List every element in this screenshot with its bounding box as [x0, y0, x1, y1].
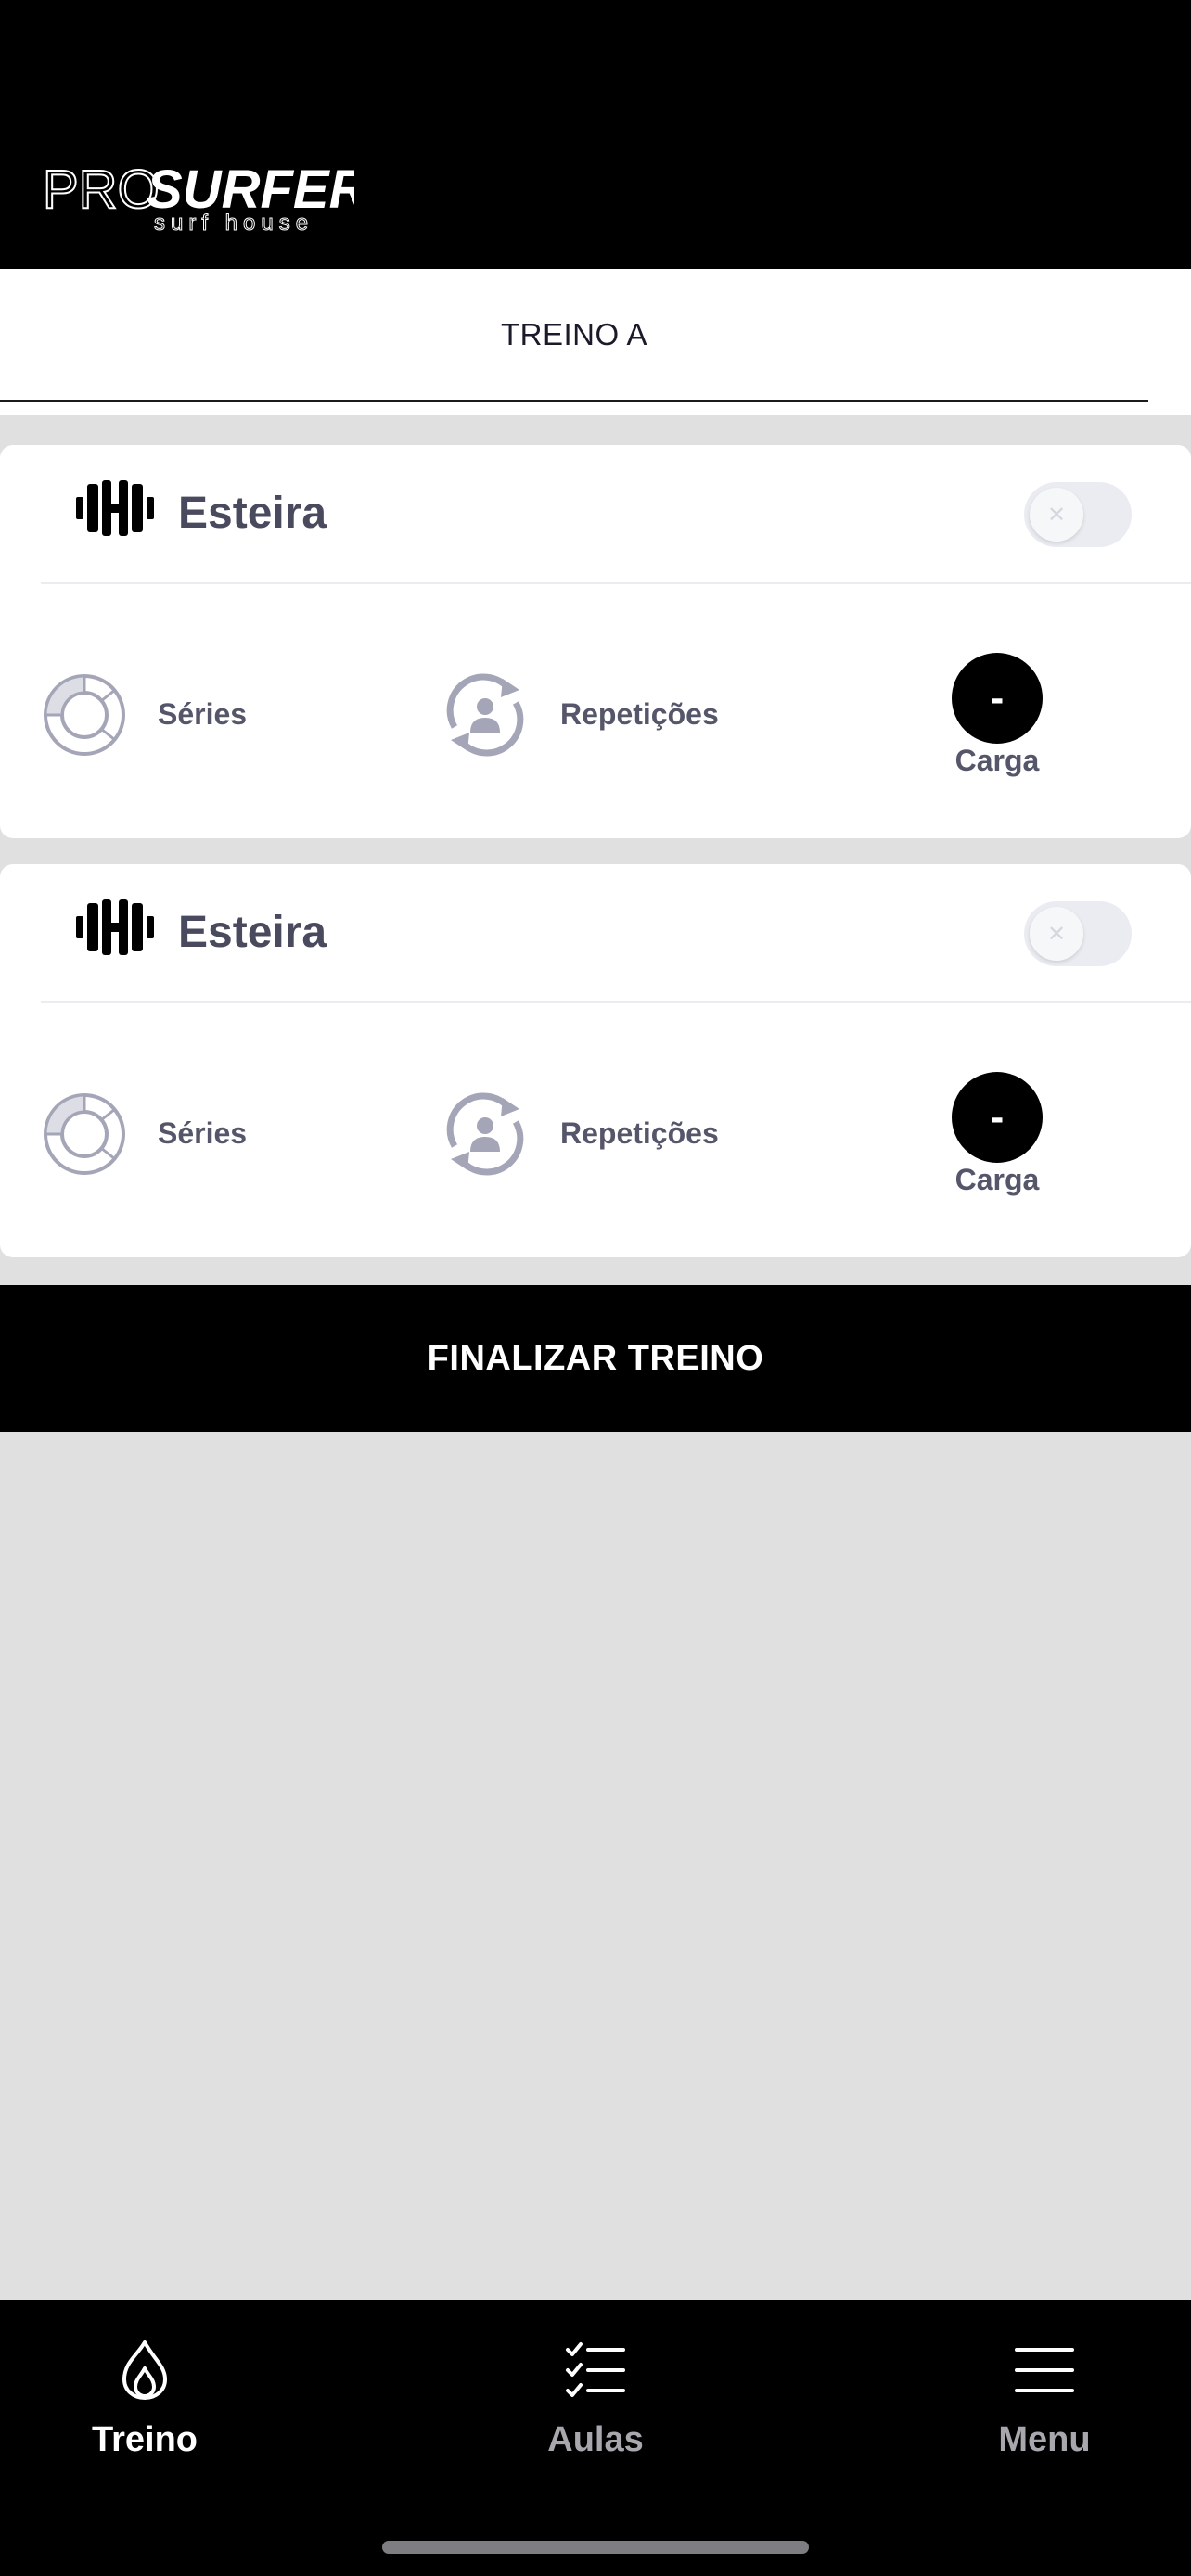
series-icon	[41, 671, 128, 759]
nav-item-treino[interactable]: Treino	[15, 2337, 275, 2504]
app-header: PRO SURFER surf house	[0, 0, 1191, 269]
workout-tabs: TREINO A	[0, 269, 1191, 415]
repetitions-label: Repetições	[560, 1116, 719, 1150]
hamburger-icon	[1011, 2337, 1078, 2404]
logo-sub-text: surf house	[154, 210, 314, 234]
nav-label-menu: Menu	[998, 2420, 1091, 2459]
exercise-card: Esteira ✕ Séries Repetições - Carga	[0, 864, 1191, 1257]
series-label: Séries	[158, 697, 248, 731]
home-indicator[interactable]	[382, 2541, 809, 2554]
exercise-done-toggle[interactable]: ✕	[1024, 482, 1132, 547]
carga-button[interactable]: -	[952, 653, 1043, 744]
exercise-card-header: Esteira ✕	[41, 445, 1191, 584]
exercise-done-toggle[interactable]: ✕	[1024, 901, 1132, 966]
tab-label: TREINO A	[500, 316, 648, 351]
repetitions-icon	[442, 671, 529, 759]
prosurfer-logo: PRO SURFER surf house	[43, 159, 354, 234]
exercise-card-header: Esteira ✕	[41, 864, 1191, 1003]
nav-label-treino: Treino	[91, 2420, 198, 2459]
exercise-name: Esteira	[178, 908, 327, 957]
carga-label: Carga	[954, 1163, 1040, 1196]
nav-label-aulas: Aulas	[547, 2420, 644, 2459]
series-icon	[41, 1090, 128, 1178]
tab-treino-a[interactable]: TREINO A	[0, 269, 1148, 402]
carga-button[interactable]: -	[952, 1072, 1043, 1163]
bottom-navigation: Treino Aulas Menu	[0, 2300, 1191, 2576]
repetitions-icon	[442, 1090, 529, 1178]
repetitions-label: Repetições	[560, 697, 719, 731]
flame-icon	[111, 2337, 178, 2404]
finish-workout-button[interactable]: FINALIZAR TREINO	[0, 1285, 1191, 1432]
exercise-name: Esteira	[178, 489, 327, 538]
carga-label: Carga	[954, 744, 1040, 777]
toggle-x-icon: ✕	[1030, 907, 1083, 961]
logo-pro-text: PRO	[43, 159, 160, 220]
checklist-icon	[562, 2337, 629, 2404]
nav-item-menu[interactable]: Menu	[915, 2337, 1174, 2504]
dumbbell-icon	[76, 480, 154, 536]
dumbbell-icon	[76, 899, 154, 955]
series-label: Séries	[158, 1116, 248, 1150]
toggle-x-icon: ✕	[1030, 488, 1083, 542]
nav-item-aulas[interactable]: Aulas	[466, 2337, 725, 2504]
exercise-card: Esteira ✕ Séries Repetições - Carga	[0, 445, 1191, 838]
